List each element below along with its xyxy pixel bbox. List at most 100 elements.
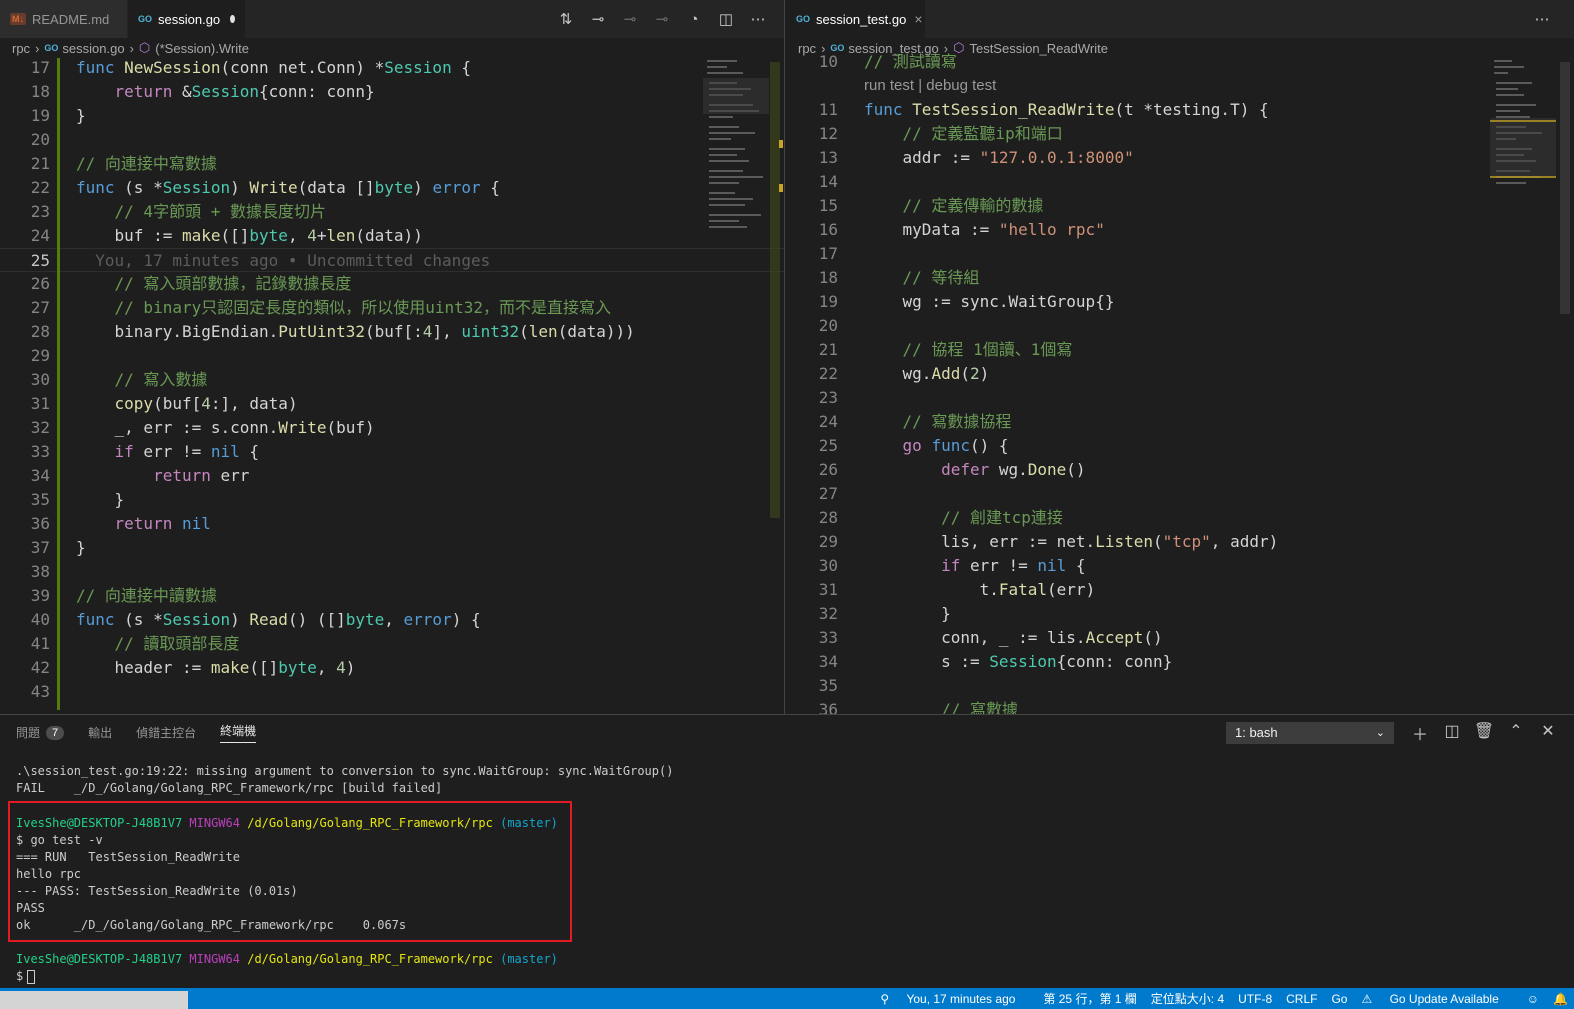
line-number: 14 (818, 172, 838, 191)
code-text: buf := make([]byte, 4+len(data)) (76, 226, 423, 245)
code-line: 30 if err != nil { (786, 554, 1574, 578)
line-number: 29 (30, 346, 50, 365)
chevron-right-icon: › (35, 40, 40, 56)
status-blame-text: You, 17 minutes ago (906, 991, 1016, 1006)
code-text: lis, err := net.Listen("tcp", addr) (864, 532, 1279, 551)
line-number: 18 (30, 82, 50, 101)
tab-bar: M↓ README.md GO session.go ⇅ ⊸ ⊸ ⊸ ◔ ◫ ⋯ (0, 0, 784, 38)
code-line: 36 // 寫數據 (786, 698, 1574, 714)
line-number: 12 (818, 124, 838, 143)
open-changes-icon[interactable]: ⇅ (550, 10, 582, 28)
terminal-select-value: 1: bash (1235, 725, 1278, 740)
line-number: 42 (30, 658, 50, 677)
horizontal-scrollbar[interactable] (0, 991, 188, 1009)
code-line: 29 lis, err := net.Listen("tcp", addr) (786, 530, 1574, 554)
status-language[interactable]: Go (1331, 992, 1347, 1006)
line-number: 36 (818, 700, 838, 714)
breadcrumb: rpc › GO session.go › ⬡ (*Session).Write (0, 38, 784, 58)
code-text: func TestSession_ReadWrite(t *testing.T)… (864, 100, 1269, 119)
tab-label: session_test.go (816, 11, 907, 27)
tab-problems[interactable]: 問題 7 (16, 724, 65, 741)
line-number: 22 (818, 364, 838, 383)
prompt-host: MINGW64 (189, 952, 240, 966)
code-text: go func() { (902, 436, 1009, 455)
line-number: 19 (30, 106, 50, 125)
tab-session-test-go[interactable]: GO session_test.go × (786, 0, 926, 38)
code-text: myData := "hello rpc" (864, 220, 1105, 239)
status-eol[interactable]: CRLF (1286, 992, 1317, 1006)
close-icon[interactable]: × (914, 11, 922, 27)
status-position[interactable]: 第 25 行，第 1 欄 (1043, 990, 1136, 1007)
terminal-select[interactable]: 1: bash ⌄ (1226, 722, 1394, 744)
tab-debug-console[interactable]: 偵錯主控台 (136, 724, 196, 741)
code-line: 26 // 寫入頭部數據，記錄數據長度 (0, 272, 784, 296)
vertical-scrollbar[interactable] (770, 62, 780, 518)
breadcrumb-file[interactable]: session.go (62, 41, 124, 56)
inline-blame: You, 17 minutes ago • Uncommitted change… (95, 251, 491, 270)
status-blame[interactable]: ⚲ You, 17 minutes ago (880, 992, 1029, 1006)
minimap[interactable] (703, 58, 773, 714)
line-number: 22 (30, 178, 50, 197)
code-editor-right[interactable]: 10 // 測試讀寫 run test | debug test 11 func Tes… (786, 52, 1574, 714)
chevron-down-icon: ⌄ (1375, 727, 1385, 739)
previous-change-icon[interactable]: ⊸ (614, 10, 646, 28)
close-icon[interactable]: ✕ (1532, 721, 1564, 745)
status-update[interactable]: ⚠ Go Update Available (1361, 992, 1512, 1006)
feedback-icon[interactable]: ☺ (1527, 992, 1539, 1006)
status-encoding[interactable]: UTF-8 (1238, 992, 1272, 1006)
codelens[interactable]: run test | debug test (786, 74, 1574, 98)
breadcrumb-symbol[interactable]: (*Session).Write (155, 41, 249, 56)
code-text: // 寫數據 (941, 700, 1018, 714)
code-line: 16 myData := "hello rpc" (786, 218, 1574, 242)
code-line: 40 func (s *Session) Read() ([]byte, erro… (0, 608, 784, 632)
code-line: 19 wg := sync.WaitGroup{} (786, 290, 1574, 314)
unsaved-dot-icon[interactable] (230, 15, 235, 23)
code-line: 35 (786, 674, 1574, 698)
panel-actions: ＋ ◫ 🗑 ⌃ ✕ (1404, 721, 1564, 745)
terminal-input-line[interactable]: $ (16, 968, 36, 985)
code-line: 21 // 向連接中寫數據 (0, 152, 784, 176)
code-line: 20 (0, 128, 784, 152)
trash-icon[interactable]: 🗑 (1468, 721, 1500, 745)
toggle-blame-icon[interactable]: ◔ (678, 11, 710, 28)
tab-terminal[interactable]: 終端機 (220, 722, 257, 743)
code-line: 18 return &Session{conn: conn} (0, 80, 784, 104)
breadcrumb-folder[interactable]: rpc (12, 41, 30, 56)
more-actions-icon[interactable]: ⋯ (1526, 10, 1558, 28)
code-text: // 向連接中寫數據 (76, 154, 217, 173)
maximize-panel-icon[interactable]: ⌃ (1500, 721, 1532, 745)
git-commit-icon[interactable]: ⊸ (582, 10, 614, 28)
tab-readme[interactable]: M↓ README.md (0, 0, 128, 38)
problems-count-badge: 7 (46, 725, 65, 740)
line-number: 33 (30, 442, 50, 461)
more-actions-icon[interactable]: ⋯ (742, 10, 774, 28)
code-line: 37} (0, 536, 784, 560)
code-text: conn, _ := lis.Accept() (864, 628, 1163, 647)
code-text: // 定義監聽ip和端口 (902, 124, 1063, 143)
status-items: ⚲ You, 17 minutes ago 第 25 行，第 1 欄 定位點大小… (880, 988, 1574, 1009)
line-number: 31 (818, 580, 838, 599)
line-number: 27 (818, 484, 838, 503)
line-number: 39 (30, 586, 50, 605)
status-tab-size[interactable]: 定位點大小: 4 (1151, 990, 1224, 1007)
code-text: // binary只認固定長度的類似，所以使用uint32，而不是直接寫入 (114, 298, 612, 317)
next-change-icon[interactable]: ⊸ (646, 10, 678, 28)
code-line: 30 // 寫入數據 (0, 368, 784, 392)
code-text: wg.Add(2) (864, 364, 990, 383)
chevron-right-icon: › (129, 40, 134, 56)
split-editor-icon[interactable]: ◫ (710, 10, 742, 28)
tab-session-go[interactable]: GO session.go (128, 0, 246, 38)
code-editor-left[interactable]: 17 func NewSession(conn net.Conn) *Sessio… (0, 58, 784, 714)
line-number: 21 (30, 154, 50, 173)
code-line: 23 (786, 386, 1574, 410)
codelens-text[interactable]: run test | debug test (864, 74, 996, 98)
minimap[interactable] (1490, 58, 1560, 714)
notifications-bell-icon[interactable]: 🔔 (1553, 992, 1568, 1006)
tab-label: 問題 (16, 726, 41, 740)
tab-output[interactable]: 輸出 (88, 724, 112, 741)
code-text: defer wg.Done() (941, 460, 1086, 479)
new-terminal-icon[interactable]: ＋ (1404, 721, 1436, 745)
split-terminal-icon[interactable]: ◫ (1436, 721, 1468, 745)
code-text: func (s *Session) Read() ([]byte, error)… (76, 610, 481, 629)
vertical-scrollbar[interactable] (1560, 62, 1570, 314)
